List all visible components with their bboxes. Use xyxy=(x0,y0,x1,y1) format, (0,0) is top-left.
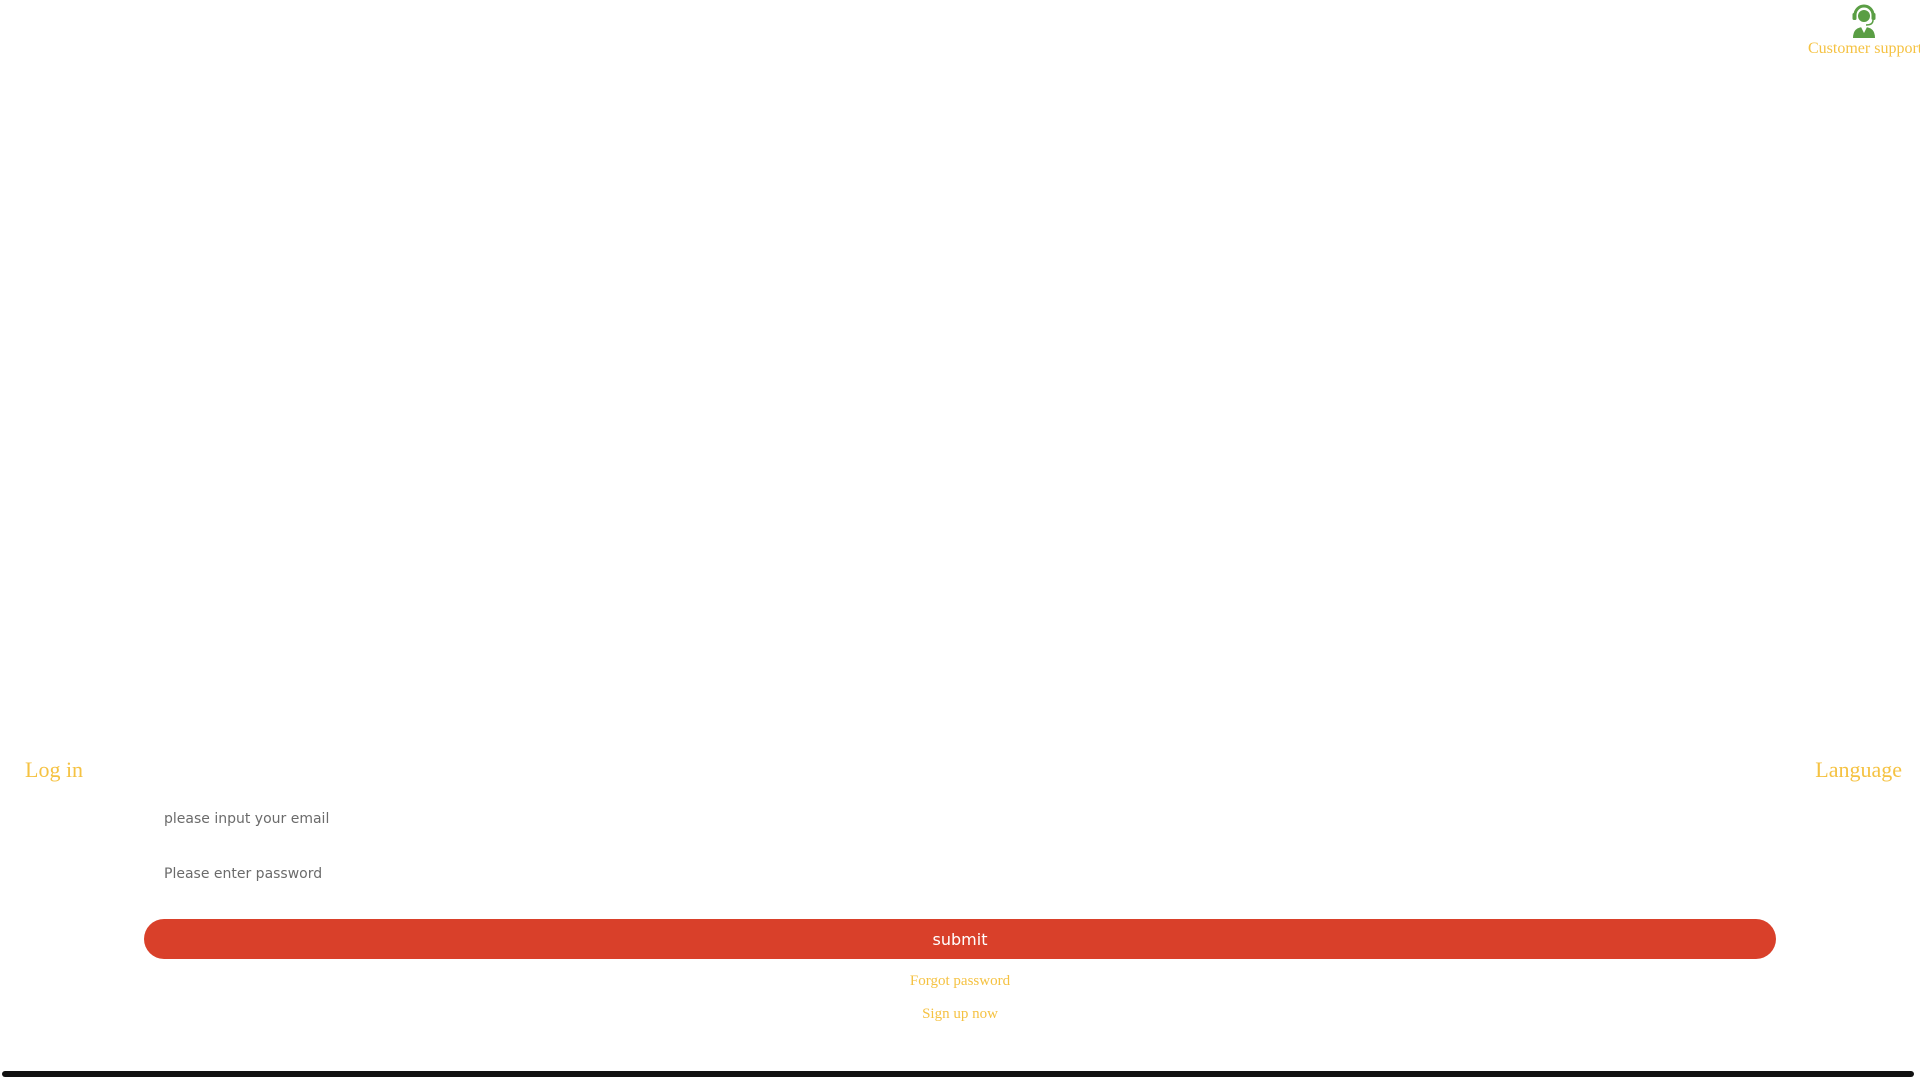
submit-button[interactable]: submit xyxy=(144,919,1776,959)
email-input[interactable] xyxy=(144,799,1776,839)
customer-support-link[interactable]: Customer support xyxy=(1808,2,1920,58)
sign-up-link[interactable]: Sign up now xyxy=(0,1006,1920,1023)
customer-support-label: Customer support xyxy=(1808,40,1920,57)
forgot-password-link[interactable]: Forgot password xyxy=(0,973,1920,990)
home-indicator-bar xyxy=(2,1071,1914,1077)
customer-support-icon xyxy=(1852,4,1876,38)
login-title: Log in xyxy=(25,757,84,782)
password-input[interactable] xyxy=(144,854,1776,894)
login-page: Customer support Log in Language submit … xyxy=(0,0,1920,1080)
language-selector[interactable]: Language xyxy=(1815,757,1902,783)
